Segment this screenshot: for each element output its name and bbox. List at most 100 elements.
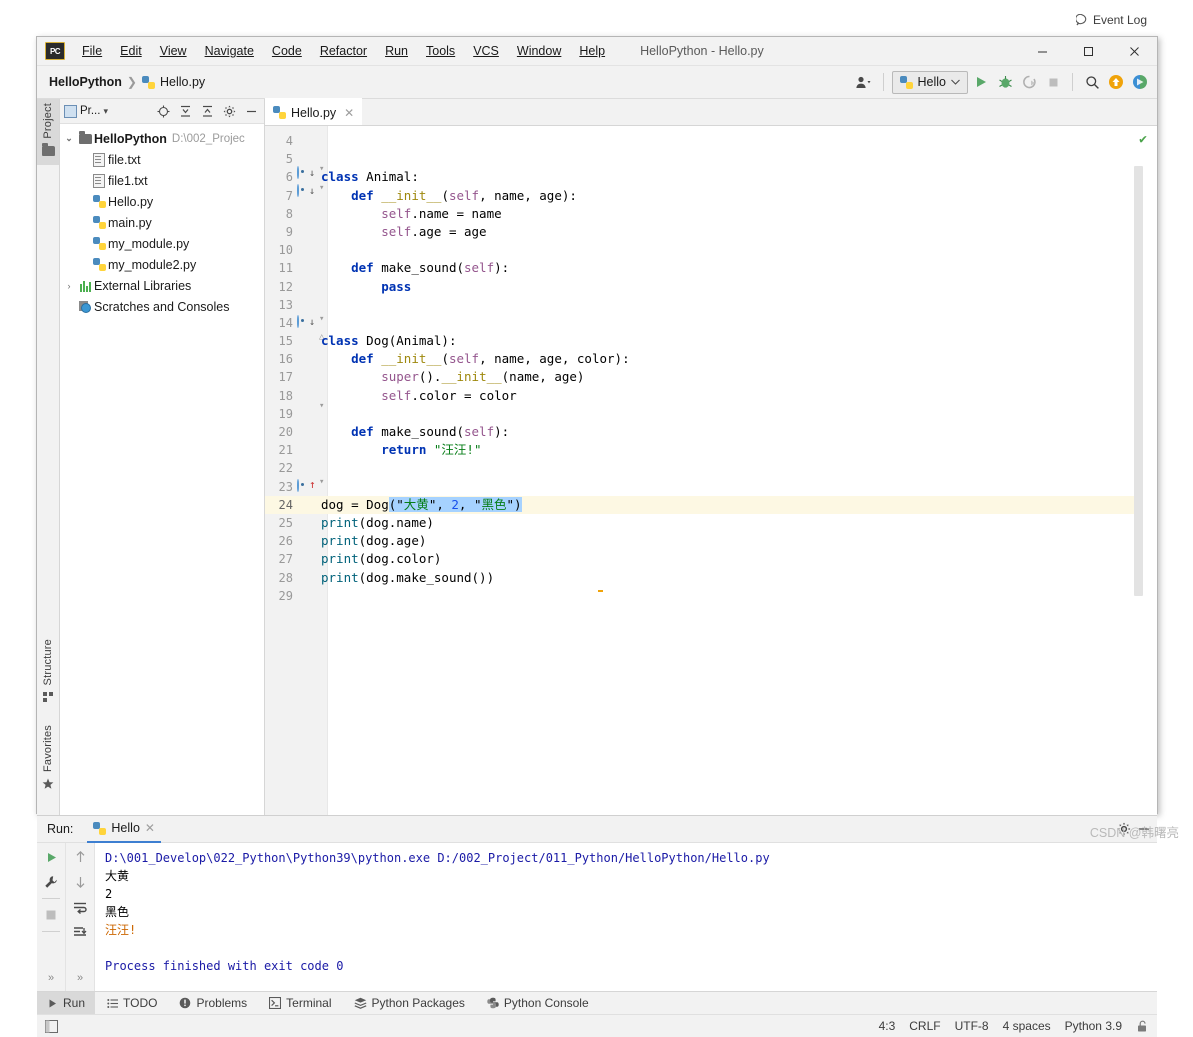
hide-panel-icon[interactable] xyxy=(242,102,260,120)
maximize-button[interactable] xyxy=(1065,37,1111,65)
window-title: HelloPython - Hello.py xyxy=(640,44,764,58)
down-icon[interactable] xyxy=(70,873,90,891)
tree-item-my-module-py[interactable]: my_module.py xyxy=(60,233,264,254)
inspection-ok-icon[interactable]: ✔ xyxy=(1139,132,1147,147)
menu-edit-label: Edit xyxy=(120,44,142,58)
up-icon[interactable] xyxy=(70,848,90,866)
stop-button[interactable] xyxy=(41,906,61,924)
line-content: pass xyxy=(381,278,412,294)
maximize-icon xyxy=(1083,46,1093,56)
bottom-tab-python-console[interactable]: Python Console xyxy=(477,992,599,1014)
project-panel-chevron-icon: ▾ xyxy=(103,105,108,116)
bottom-tab-problems[interactable]: Problems xyxy=(169,992,257,1014)
event-log-button[interactable]: Event Log xyxy=(1075,13,1147,27)
stop-button[interactable] xyxy=(1042,71,1064,93)
tree-item-file-txt[interactable]: file.txt xyxy=(60,149,264,170)
close-icon xyxy=(1129,46,1139,56)
tree-item-label: Scratches and Consoles xyxy=(94,299,230,314)
menu-help[interactable]: Help xyxy=(570,41,614,61)
tree-item-file1-txt[interactable]: file1.txt xyxy=(60,170,264,191)
menu-window[interactable]: Window xyxy=(508,41,570,61)
user-icon[interactable] xyxy=(853,71,875,93)
expand-more-icon[interactable]: » xyxy=(41,969,61,987)
menu-vcs[interactable]: VCS xyxy=(464,41,508,61)
run-button[interactable] xyxy=(970,71,992,93)
close-icon[interactable]: ✕ xyxy=(344,106,354,120)
close-button[interactable] xyxy=(1111,37,1157,65)
expand-more-icon[interactable]: » xyxy=(70,969,90,987)
tab-hello-py[interactable]: Hello.py ✕ xyxy=(265,98,363,125)
sidebar-item-project[interactable]: Project xyxy=(37,99,59,165)
line-separator[interactable]: CRLF xyxy=(909,1019,940,1033)
project-tree: ⌄ HelloPython D:\002_Projec file.txt fil… xyxy=(60,124,264,815)
run-with-coverage-button[interactable] xyxy=(1018,71,1040,93)
collapse-all-icon[interactable] xyxy=(198,102,216,120)
locate-icon[interactable] xyxy=(154,102,172,120)
caret-position[interactable]: 4:3 xyxy=(879,1019,896,1033)
menu-help-label: Help xyxy=(579,44,606,58)
scroll-to-end-icon[interactable] xyxy=(70,923,90,941)
tree-item-scratches-consoles[interactable]: Scratches and Consoles xyxy=(60,296,264,317)
chevron-down-icon xyxy=(951,79,960,85)
soft-wrap-icon[interactable] xyxy=(70,898,90,916)
tree-item-main-py[interactable]: main.py xyxy=(60,212,264,233)
code-line: 23 xyxy=(265,478,1157,496)
search-everywhere-button[interactable] xyxy=(1081,71,1103,93)
settings-icon[interactable] xyxy=(220,102,238,120)
menu-refactor[interactable]: Refactor xyxy=(311,41,376,61)
breadcrumb-project[interactable]: HelloPython xyxy=(49,75,122,89)
bottom-tab-terminal-label: Terminal xyxy=(286,996,332,1010)
minimize-button[interactable] xyxy=(1019,37,1065,65)
run-actions-left: » xyxy=(37,843,66,991)
sidebar-item-favorites[interactable]: Favorites xyxy=(37,725,59,805)
project-tool-window: Pr... ▾ ⌄ HelloPython D:\002_Projec file… xyxy=(60,99,265,815)
run-panel-body: » » D:\001_Develop\022_Python\Python39\p… xyxy=(37,843,1157,991)
tree-item-hellopython[interactable]: ⌄ HelloPython D:\002_Projec xyxy=(60,128,264,149)
debug-button[interactable] xyxy=(994,71,1016,93)
project-panel-title[interactable]: Pr... ▾ xyxy=(64,104,108,118)
chevron-right-icon[interactable]: › xyxy=(62,281,76,291)
breadcrumb-file[interactable]: Hello.py xyxy=(160,75,205,89)
run-tab-hello[interactable]: Hello ✕ xyxy=(87,816,161,843)
menu-file-label: File xyxy=(82,44,103,58)
run-configuration-selector[interactable]: Hello xyxy=(891,70,968,94)
toolbar-divider xyxy=(882,73,884,91)
menu-navigate[interactable]: Navigate xyxy=(196,41,263,61)
toggle-toolbar-icon[interactable] xyxy=(45,1019,58,1033)
run-console-output[interactable]: D:\001_Develop\022_Python\Python39\pytho… xyxy=(95,843,1157,991)
menu-code[interactable]: Code xyxy=(263,41,311,61)
rerun-button[interactable] xyxy=(41,848,61,866)
python-interpreter[interactable]: Python 3.9 xyxy=(1065,1019,1122,1033)
menu-view[interactable]: View xyxy=(151,41,196,61)
update-project-button[interactable] xyxy=(1105,71,1127,93)
file-encoding[interactable]: UTF-8 xyxy=(955,1019,989,1033)
profile-button[interactable] xyxy=(1129,71,1151,93)
project-view-icon xyxy=(64,104,77,118)
code-editor[interactable]: ↑ ↓ ↓ ↓ ▾ ▾ △ ▾ ▾ ▾ 4 5 6 class Animal: … xyxy=(265,126,1157,815)
close-icon[interactable]: ✕ xyxy=(145,821,155,835)
menu-edit[interactable]: Edit xyxy=(111,41,151,61)
bottom-tab-terminal[interactable]: Terminal xyxy=(259,992,341,1014)
editor-scrollbar[interactable] xyxy=(1134,166,1143,596)
unlocked-icon[interactable] xyxy=(1136,1020,1149,1033)
tree-item-my-module2-py[interactable]: my_module2.py xyxy=(60,254,264,275)
bottom-tab-run[interactable]: Run xyxy=(37,992,96,1014)
run-tab-label: Hello xyxy=(111,821,140,835)
settings-wrench-button[interactable] xyxy=(41,873,61,891)
menu-tools[interactable]: Tools xyxy=(417,41,464,61)
indent-setting[interactable]: 4 spaces xyxy=(1003,1019,1051,1033)
editor-marker-gutter[interactable] xyxy=(1143,126,1157,815)
sidebar-item-project-label: Project xyxy=(42,103,54,139)
menu-refactor-label: Refactor xyxy=(319,44,368,58)
tree-item-external-libraries[interactable]: › External Libraries xyxy=(60,275,264,296)
chevron-down-icon[interactable]: ⌄ xyxy=(62,133,76,144)
bottom-tab-python-packages[interactable]: Python Packages xyxy=(344,992,475,1014)
menu-file[interactable]: File xyxy=(73,41,111,61)
sidebar-item-structure[interactable]: Structure xyxy=(37,639,59,715)
expand-all-icon[interactable] xyxy=(176,102,194,120)
line-number: 6 xyxy=(285,170,293,185)
tree-item-hello-py[interactable]: Hello.py xyxy=(60,191,264,212)
menu-run[interactable]: Run xyxy=(376,41,417,61)
bottom-tab-todo[interactable]: TODO xyxy=(97,992,167,1014)
menu-tools-label: Tools xyxy=(426,44,456,58)
